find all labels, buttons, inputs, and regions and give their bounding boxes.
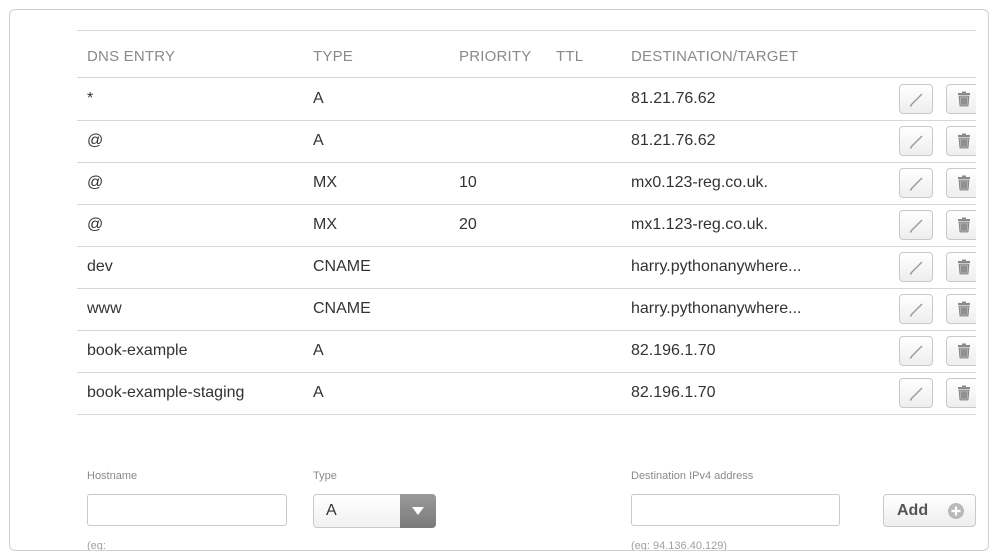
hostname-hint: (eg: <box>87 540 106 550</box>
type-select[interactable]: A <box>313 494 436 528</box>
cell-dns-entry: book-example-staging <box>87 384 245 401</box>
dns-panel: DNS ENTRY TYPE PRIORITY TTL DESTINATION/… <box>9 9 989 551</box>
cell-dns-entry: dev <box>87 258 113 275</box>
edit-button[interactable] <box>899 84 933 114</box>
cell-dns-entry: @ <box>87 216 104 233</box>
edit-button[interactable] <box>899 336 933 366</box>
cell-dns-entry: www <box>87 300 122 317</box>
cell-priority: 10 <box>459 174 477 191</box>
header-dns-entry: DNS ENTRY <box>87 48 176 65</box>
pencil-icon <box>909 219 923 233</box>
table-row: dev CNAME harry.pythonanywhere... <box>77 246 976 289</box>
edit-button[interactable] <box>899 126 933 156</box>
delete-button[interactable] <box>946 126 976 156</box>
edit-button[interactable] <box>899 252 933 282</box>
delete-button[interactable] <box>946 252 976 282</box>
table-row: @ A 81.21.76.62 <box>77 120 976 163</box>
table-row: * A 81.21.76.62 <box>77 78 976 121</box>
cell-type: A <box>313 342 324 359</box>
type-select-value: A <box>326 502 337 519</box>
cell-type: MX <box>313 174 337 191</box>
table-row: @ MX 10 mx0.123-reg.co.uk. <box>77 162 976 205</box>
type-label: Type <box>313 470 337 482</box>
cell-type: CNAME <box>313 258 371 275</box>
cell-type: A <box>313 132 324 149</box>
cell-destination: harry.pythonanywhere... <box>631 258 802 275</box>
cell-dns-entry: book-example <box>87 342 188 359</box>
cell-priority: 20 <box>459 216 477 233</box>
header-type: TYPE <box>313 48 353 65</box>
trash-icon <box>958 343 970 359</box>
edit-button[interactable] <box>899 168 933 198</box>
delete-button[interactable] <box>946 210 976 240</box>
destination-hint: (eg: 94.136.40.129) <box>631 540 728 550</box>
delete-button[interactable] <box>946 378 976 408</box>
table-row: @ MX 20 mx1.123-reg.co.uk. <box>77 204 976 247</box>
header-priority: PRIORITY <box>459 48 532 65</box>
cell-destination: 81.21.76.62 <box>631 132 716 149</box>
edit-button[interactable] <box>899 294 933 324</box>
pencil-icon <box>909 177 923 191</box>
hostname-label: Hostname <box>87 470 138 482</box>
cell-destination: 82.196.1.70 <box>631 384 716 401</box>
hostname-input[interactable] <box>87 494 287 526</box>
cell-dns-entry: @ <box>87 132 104 149</box>
header-destination: DESTINATION/TARGET <box>631 48 799 65</box>
cell-destination: 81.21.76.62 <box>631 90 716 107</box>
table-row: book-example-staging A 82.196.1.70 <box>77 372 976 415</box>
delete-button[interactable] <box>946 84 976 114</box>
table-row: book-example A 82.196.1.70 <box>77 330 976 373</box>
pencil-icon <box>909 135 923 149</box>
cell-type: MX <box>313 216 337 233</box>
table-row: www CNAME harry.pythonanywhere... <box>77 288 976 331</box>
cell-type: CNAME <box>313 300 371 317</box>
edit-button[interactable] <box>899 378 933 408</box>
table-header: DNS ENTRY TYPE PRIORITY TTL DESTINATION/… <box>77 30 976 78</box>
delete-button[interactable] <box>946 294 976 324</box>
trash-icon <box>958 133 970 149</box>
cell-dns-entry: @ <box>87 174 104 191</box>
add-record-form: Hostname (eg: Type A Destination IPv4 ad… <box>77 468 976 550</box>
pencil-icon <box>909 345 923 359</box>
destination-input[interactable] <box>631 494 840 526</box>
pencil-icon <box>909 303 923 317</box>
pencil-icon <box>909 93 923 107</box>
destination-label: Destination IPv4 address <box>631 470 754 482</box>
plus-circle-icon <box>948 503 964 519</box>
trash-icon <box>958 385 970 401</box>
cell-destination: 82.196.1.70 <box>631 342 716 359</box>
pencil-icon <box>909 387 923 401</box>
trash-icon <box>958 91 970 107</box>
cell-destination: harry.pythonanywhere... <box>631 300 802 317</box>
header-ttl: TTL <box>556 48 584 65</box>
cell-destination: mx1.123-reg.co.uk. <box>631 216 768 233</box>
dns-table: DNS ENTRY TYPE PRIORITY TTL DESTINATION/… <box>77 30 976 550</box>
cell-destination: mx0.123-reg.co.uk. <box>631 174 768 191</box>
add-button-label: Add <box>897 502 929 519</box>
delete-button[interactable] <box>946 336 976 366</box>
trash-icon <box>958 301 970 317</box>
trash-icon <box>958 259 970 275</box>
cell-type: A <box>313 384 324 401</box>
add-button[interactable]: Add <box>883 494 976 527</box>
chevron-down-icon[interactable] <box>400 494 436 528</box>
edit-button[interactable] <box>899 210 933 240</box>
cell-type: A <box>313 90 324 107</box>
delete-button[interactable] <box>946 168 976 198</box>
trash-icon <box>958 217 970 233</box>
cell-dns-entry: * <box>87 90 94 107</box>
pencil-icon <box>909 261 923 275</box>
trash-icon <box>958 175 970 191</box>
